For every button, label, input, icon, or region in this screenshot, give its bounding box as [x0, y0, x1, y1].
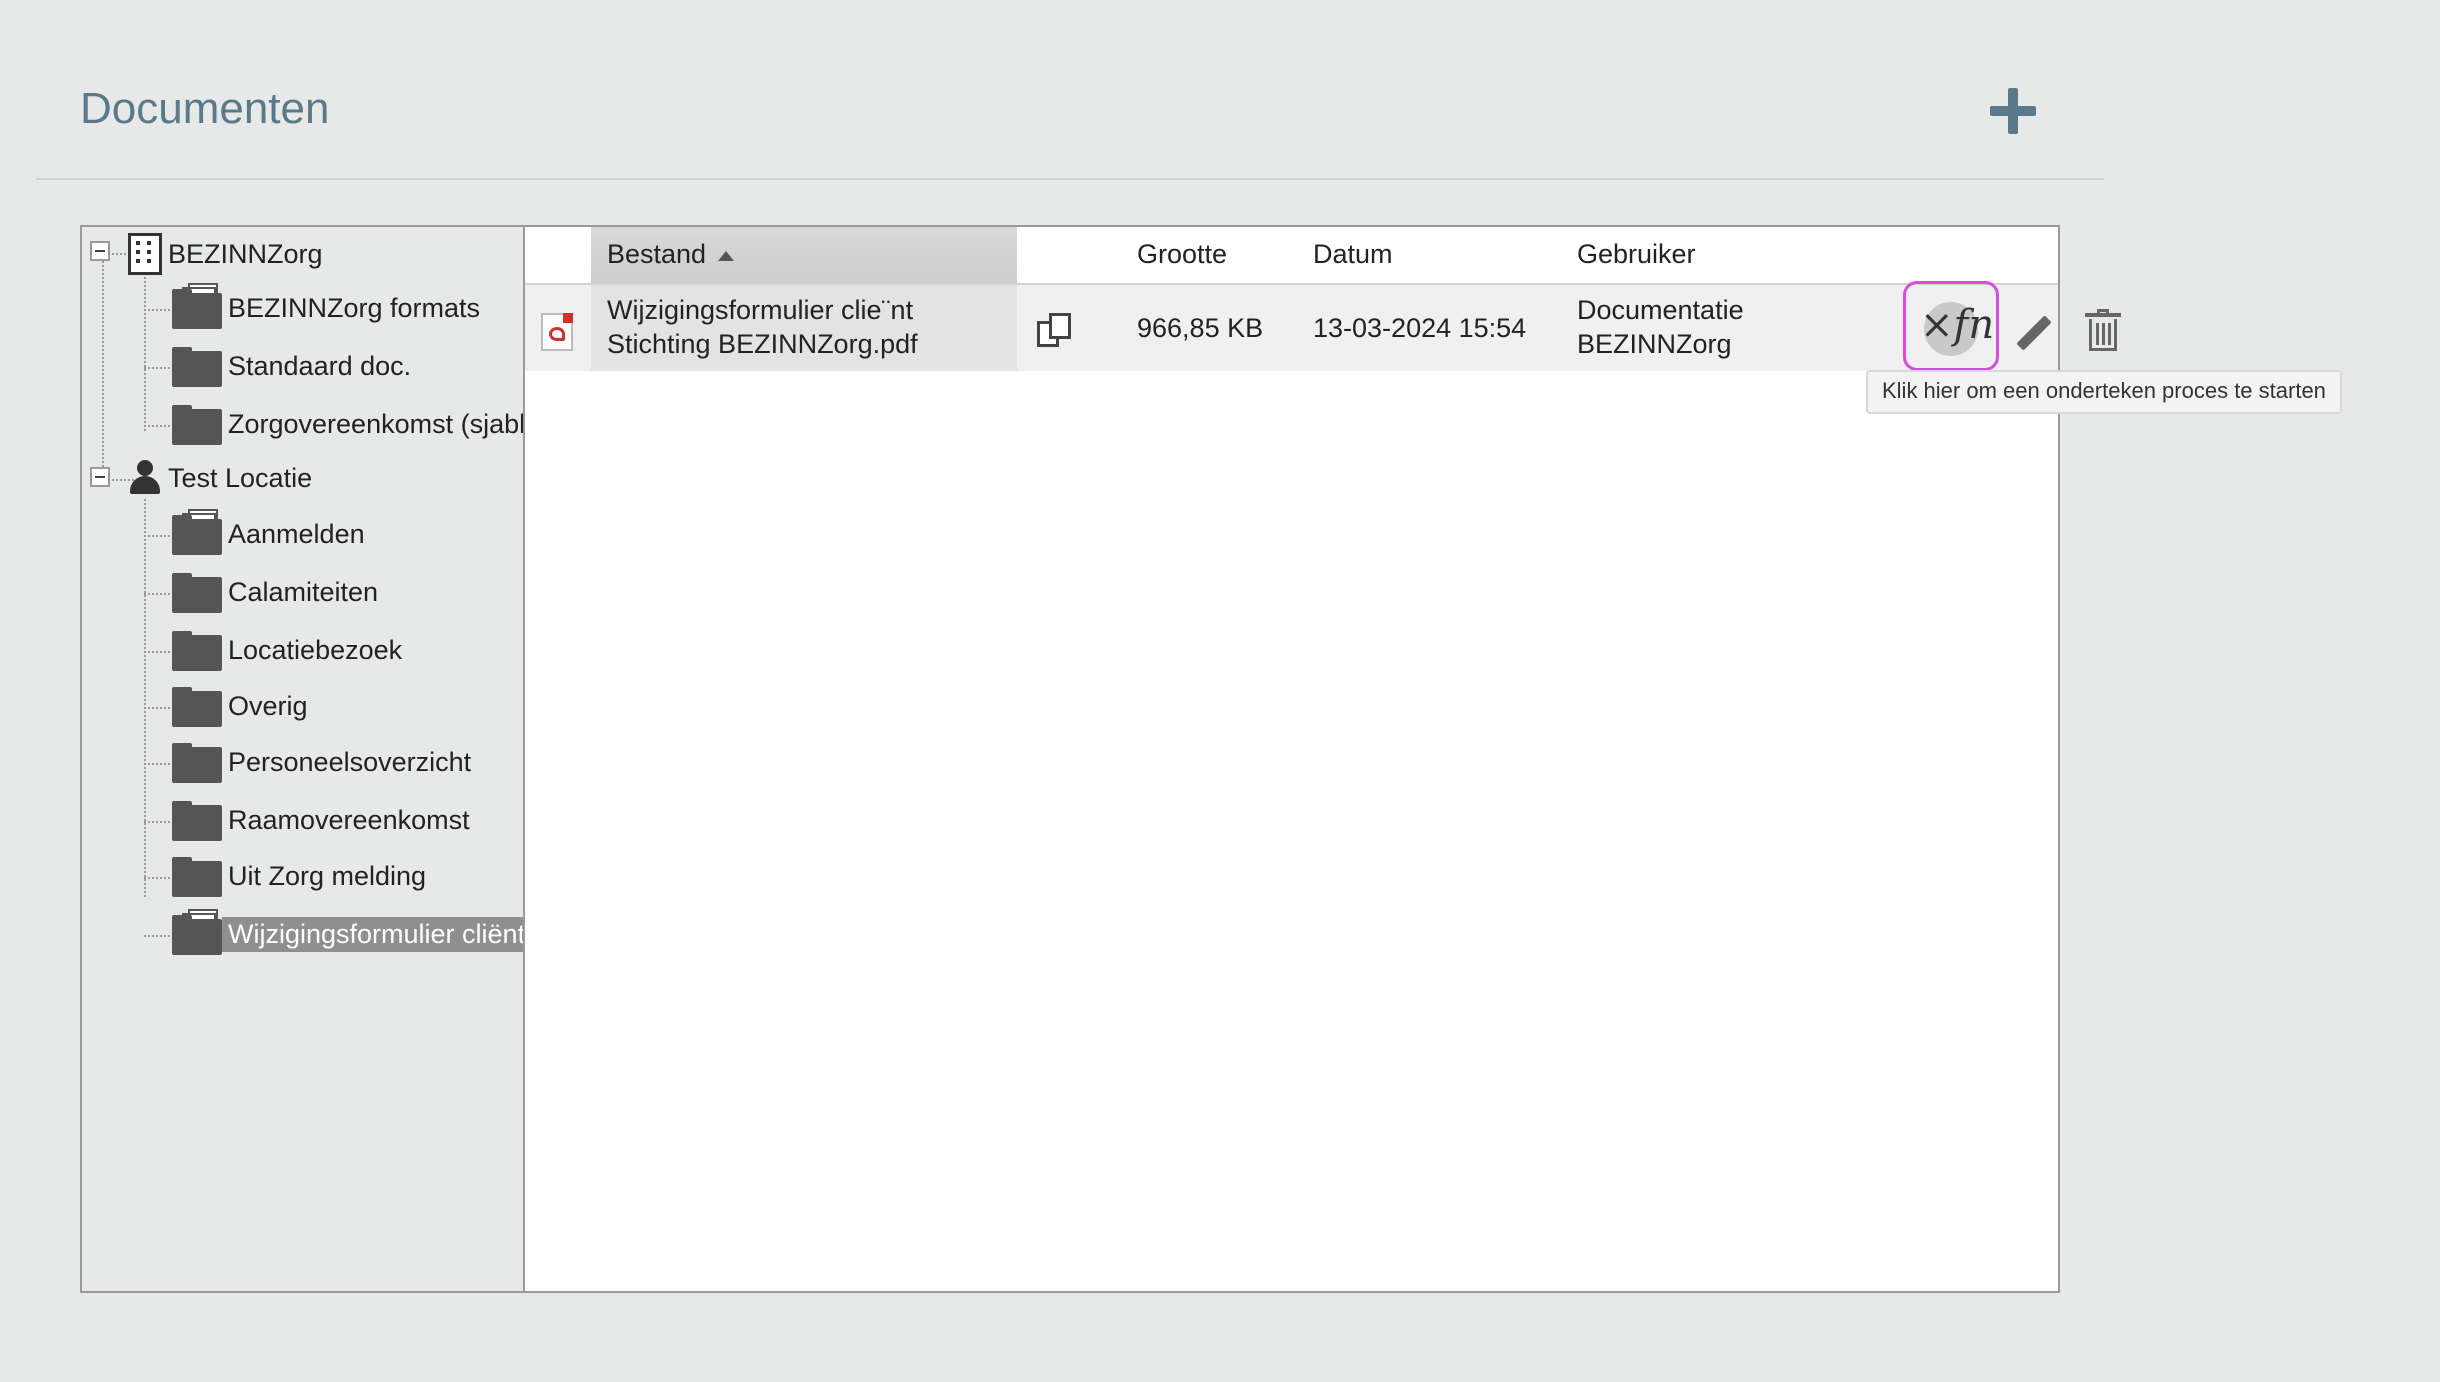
copy-icon[interactable] — [1037, 313, 1073, 349]
tree-node-label: Test Locatie — [168, 462, 313, 493]
column-header-bestand[interactable]: Bestand — [607, 239, 735, 270]
tree-node-label: Uit Zorg melding — [228, 860, 427, 891]
building-icon — [128, 233, 162, 275]
tree-node-label: Zorgovereenkomst (sjabl — [228, 408, 525, 439]
documents-panel: BEZINNZorg BEZINNZorg formats Standaard … — [80, 225, 2121, 1293]
folder-icon — [172, 855, 222, 897]
tree-connector — [102, 261, 104, 483]
signing-tooltip: Klik hier om een onderteken proces te st… — [1866, 370, 2342, 414]
tree-node-label: BEZINNZorg formats — [228, 292, 481, 323]
tree-node-label: Locatiebezoek — [228, 634, 403, 665]
grid-header: Bestand Grootte Datum Gebruiker — [525, 227, 2058, 285]
tree-node-label: Personeelsoverzicht — [228, 746, 472, 777]
tree-node-folder[interactable]: Personeelsoverzicht — [172, 737, 477, 787]
folder-stack-icon — [172, 509, 222, 555]
column-header-label: Bestand — [607, 239, 707, 269]
tree-node-folder[interactable]: Calamiteiten — [172, 567, 384, 617]
file-name-line: Wijzigingsformulier clie¨nt — [607, 295, 914, 325]
tree-node-folder[interactable]: Raamovereenkomst — [172, 795, 476, 845]
pdf-file-icon — [541, 313, 573, 351]
tree-node-label: Aanmelden — [228, 518, 365, 549]
user-name-line: BEZINNZorg — [1577, 329, 1732, 359]
tree-connector — [144, 651, 174, 653]
document-grid: Bestand Grootte Datum Gebruiker Wijzigin… — [525, 227, 2121, 1291]
tree-node-label: Calamiteiten — [228, 576, 379, 607]
tree-node-folder[interactable]: Locatiebezoek — [172, 625, 408, 675]
tree-node-label: Wijzigingsformulier cliënt — [222, 916, 523, 952]
trash-icon[interactable] — [2085, 309, 2121, 351]
tree-node-folder[interactable]: Uit Zorg melding — [172, 851, 432, 901]
folder-stack-icon — [172, 909, 222, 955]
folder-tree: BEZINNZorg BEZINNZorg formats Standaard … — [82, 227, 525, 1291]
tree-node-folder[interactable]: Overig — [172, 681, 314, 731]
tree-connector — [144, 367, 174, 369]
table-row[interactable]: Wijzigingsformulier clie¨nt Stichting BE… — [525, 281, 2121, 371]
tree-node-label: BEZINNZorg — [168, 238, 323, 269]
tree-connector — [144, 707, 174, 709]
user-name-line: Documentatie — [1577, 295, 1744, 325]
file-size-cell: 966,85 KB — [1137, 313, 1264, 343]
tree-connector — [144, 309, 174, 311]
page-title: Documenten — [80, 84, 330, 133]
file-name-cell[interactable]: Wijzigingsformulier clie¨nt Stichting BE… — [607, 293, 918, 361]
collapse-toggle[interactable] — [90, 467, 110, 487]
folder-icon — [172, 799, 222, 841]
tree-node-label: Standaard doc. — [228, 350, 412, 381]
sort-ascending-icon — [718, 250, 735, 261]
column-header-gebruiker[interactable]: Gebruiker — [1577, 239, 1696, 270]
tree-node-folder[interactable]: Standaard doc. — [172, 341, 417, 391]
header-divider — [36, 178, 2104, 180]
tree-connector — [144, 763, 174, 765]
folder-icon — [172, 345, 222, 387]
folder-stack-icon — [172, 283, 222, 329]
add-document-button[interactable] — [1990, 88, 2036, 134]
file-user-cell: Documentatie BEZINNZorg — [1577, 293, 1744, 361]
file-name-line: Stichting BEZINNZorg.pdf — [607, 329, 918, 359]
column-header-datum[interactable]: Datum — [1313, 239, 1393, 270]
folder-icon — [172, 571, 222, 613]
tree-node-test-locatie[interactable]: Test Locatie — [128, 453, 318, 503]
tree-connector — [144, 877, 174, 879]
file-date-cell: 13-03-2024 15:54 — [1313, 313, 1527, 343]
tree-connector — [144, 821, 174, 823]
column-header-grootte[interactable]: Grootte — [1137, 239, 1227, 270]
collapse-toggle[interactable] — [90, 241, 110, 261]
tree-connector — [144, 273, 146, 431]
folder-icon — [172, 685, 222, 727]
tree-node-label: Raamovereenkomst — [228, 804, 470, 835]
tree-node-folder[interactable]: BEZINNZorg formats — [172, 283, 486, 333]
tree-connector — [144, 593, 174, 595]
folder-icon — [172, 629, 222, 671]
signature-icon: ×𝑓𝑛 — [1920, 302, 1995, 348]
person-icon — [128, 460, 162, 496]
tree-node-folder-selected[interactable]: Wijzigingsformulier cliënt — [172, 909, 523, 959]
tree-node-folder[interactable]: Aanmelden — [172, 509, 371, 559]
tree-node-folder[interactable]: Zorgovereenkomst (sjabl — [172, 399, 525, 449]
tree-node-label: Overig — [228, 690, 308, 721]
folder-icon — [172, 403, 222, 445]
start-signing-button[interactable]: ×𝑓𝑛 — [1903, 281, 1999, 371]
tree-connector — [144, 935, 174, 937]
tree-connector — [144, 499, 146, 897]
edit-icon[interactable] — [2015, 315, 2053, 353]
tree-connector — [144, 535, 174, 537]
tree-connector — [144, 425, 174, 427]
tree-node-bezinnzorg[interactable]: BEZINNZorg — [128, 229, 329, 279]
folder-icon — [172, 741, 222, 783]
